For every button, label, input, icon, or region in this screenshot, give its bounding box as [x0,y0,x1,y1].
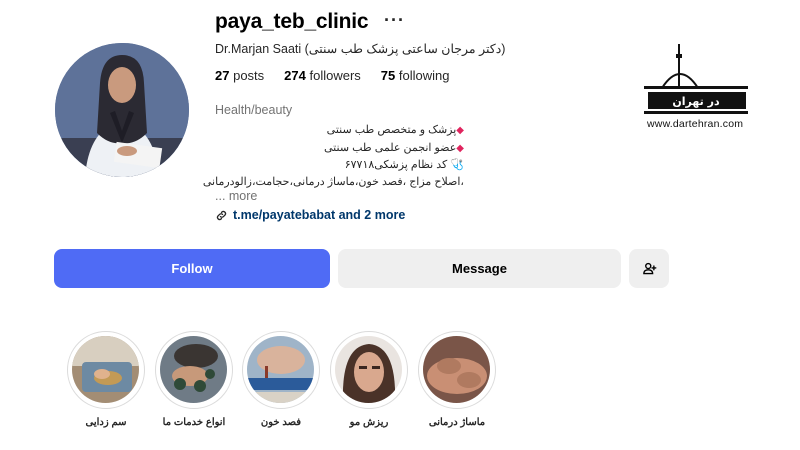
stethoscope-icon: 🩺 [447,159,464,171]
bio-line: 🩺 کد نظام پزشکی۶۷۷۱۸ [344,159,464,171]
highlight-hair-loss[interactable] [330,331,408,409]
highlight-label: انواع خدمات ما [162,417,226,428]
highlight-bloodletting[interactable] [242,331,320,409]
follow-button[interactable]: Follow [54,249,330,288]
link-icon [216,210,227,220]
profile-full-name: Dr.Marjan Saati (دکتر مرجان ساعتی پزشک ط… [215,42,506,56]
highlight-massage[interactable] [418,331,496,409]
bio-line: ،اصلاح مزاج ،فصد خون،ماساژ درمانی،حجامت،… [202,175,464,188]
add-person-icon [642,262,656,275]
highlight-label: سم زدایی [85,417,127,428]
profile-bio: ◆پزشک و متخصص طب سنتی ◆عضو انجمن علمی طب… [202,122,464,190]
highlight-cover [72,336,139,403]
highlight-cover [247,336,314,403]
diamond-icon: ◆ [456,125,464,136]
ellipsis-icon[interactable]: ··· [384,10,405,31]
following-count[interactable]: 75 following [381,68,450,83]
watermark-url: www.dartehran.com [647,118,744,130]
highlight-label: ریزش مو [349,417,389,428]
highlight-cover [335,336,402,403]
highlight-label: ماساژ درمانی [428,417,486,428]
highlight-cover [160,336,227,403]
logo-text: در تهران [672,95,720,108]
highlight-label: فصد خون [260,417,302,428]
bio-more-link[interactable]: ... more [215,189,257,203]
diamond-icon: ◆ [456,142,464,154]
profile-external-link[interactable]: t.me/payatebabat and 2 more [215,208,405,222]
highlight-detox[interactable] [67,331,145,409]
posts-count[interactable]: 27 posts [215,68,264,83]
message-button[interactable]: Message [338,249,621,288]
profile-username: paya_teb_clinic [215,10,369,33]
highlight-services[interactable] [155,331,233,409]
suggest-user-button[interactable] [629,249,669,288]
profile-avatar[interactable] [55,43,189,177]
bio-line: ◆عضو انجمن علمی طب سنتی [324,141,464,154]
highlight-cover [423,336,490,403]
followers-count[interactable]: 274 followers [284,68,361,83]
bio-line: ◆پزشک و متخصص طب سنتی [326,124,464,136]
profile-category: Health/beauty [215,103,293,117]
profile-stats: 27 posts 274 followers 75 following [215,68,449,83]
